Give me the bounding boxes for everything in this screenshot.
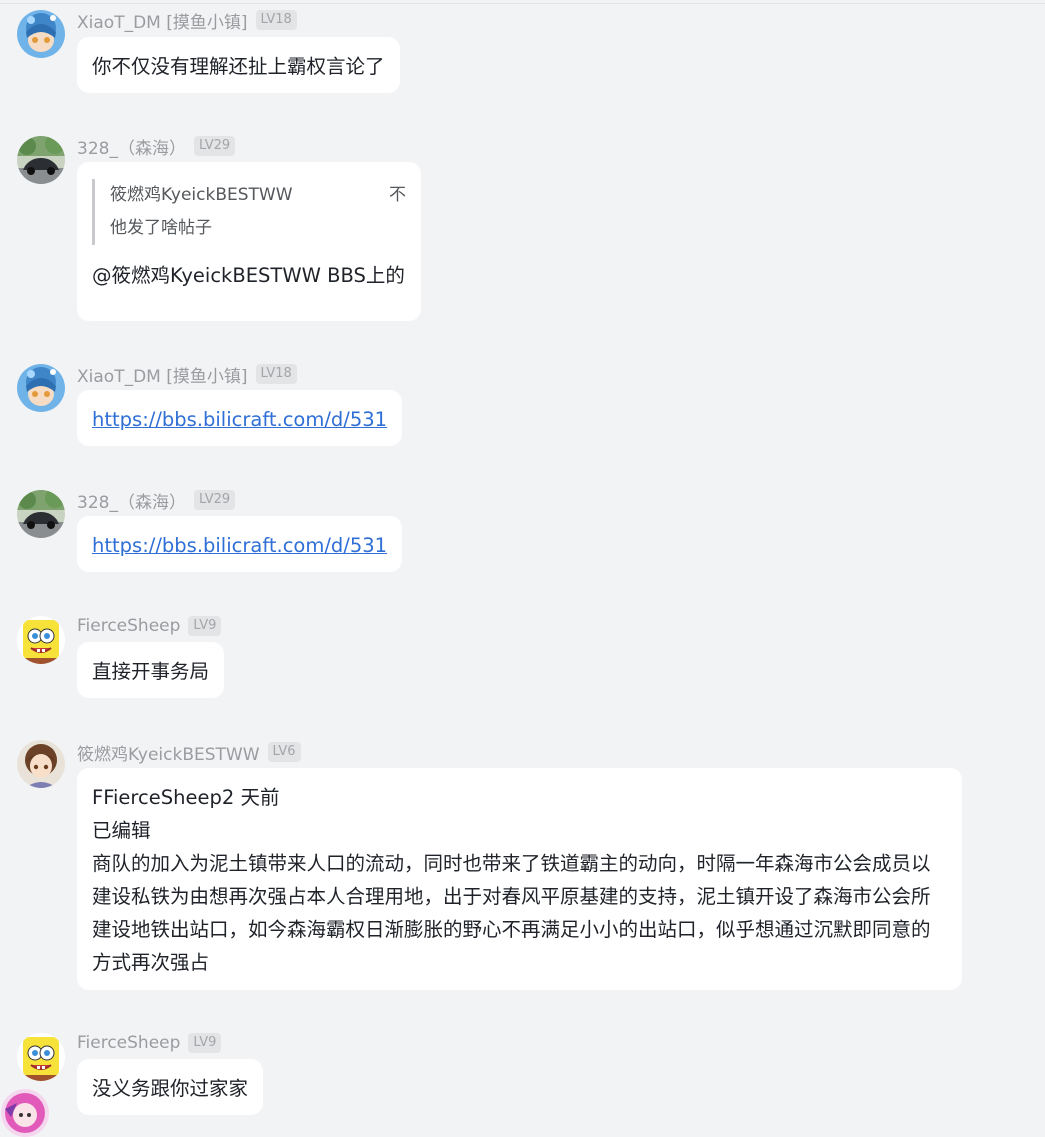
anime-girl-brown-hair-avatar[interactable] [17, 740, 65, 788]
message-text: 直接开事务局 [92, 660, 210, 683]
message-bubble: https://bbs.bilicraft.com/d/531 [77, 516, 403, 572]
message-line: 商队的加入为泥土镇带来人口的流动，同时也带来了铁道霸主的动向，时隔一年森海市公会… [92, 852, 931, 974]
spongebob-avatar[interactable] [17, 616, 65, 664]
quote-author: 筱燃鸡KyeickBESTWW [110, 185, 293, 205]
anime-girl-blue-hair-avatar[interactable] [17, 364, 65, 412]
car-avatar[interactable] [17, 490, 65, 538]
level-badge: LV6 [267, 742, 301, 762]
nickname[interactable]: 筱燃鸡KyeickBESTWW [77, 740, 260, 765]
nickname[interactable]: FierceSheep [77, 616, 180, 636]
anime-pink-avatar[interactable] [1, 1089, 49, 1137]
level-badge: LV18 [255, 364, 297, 384]
message-header: FierceSheep LV9 [77, 614, 222, 638]
car-avatar[interactable] [17, 136, 65, 184]
chat-message-list[interactable]: XiaoT_DM [摸鱼小镇] LV18 你不仅没有理解还扯上霸权言论了 328… [0, 0, 1045, 1137]
quote-trailing: 不 [389, 185, 406, 205]
message-header: XiaoT_DM [摸鱼小镇] LV18 [77, 362, 297, 387]
message-header: 328_（森海） LV29 [77, 134, 236, 159]
anime-girl-blue-hair-avatar[interactable] [17, 10, 65, 58]
message-bubble[interactable]: FFierceSheep2 天前 已编辑 商队的加入为泥土镇带来人口的流动，同时… [77, 768, 962, 990]
level-badge: LV29 [193, 490, 236, 510]
nickname[interactable]: 328_（森海） [77, 134, 186, 159]
level-badge: LV9 [188, 616, 222, 636]
message-text: @筱燃鸡KyeickBESTWW BBS上的 [92, 264, 405, 287]
message-bubble: https://bbs.bilicraft.com/d/531 [77, 390, 403, 446]
divider [0, 3, 1045, 4]
level-badge: LV9 [188, 1033, 222, 1053]
message-link[interactable]: https://bbs.bilicraft.com/d/531 [92, 408, 387, 431]
message-header: 328_（森海） LV29 [77, 488, 236, 513]
nickname[interactable]: FierceSheep [77, 1033, 180, 1053]
message-link[interactable]: https://bbs.bilicraft.com/d/531 [92, 534, 387, 557]
quote-text: 他发了啥帖子 [110, 218, 212, 238]
message-text: 没义务跟你过家家 [92, 1077, 249, 1100]
message-text: 你不仅没有理解还扯上霸权言论了 [92, 55, 385, 78]
message-line: FFierceSheep2 天前 [92, 786, 280, 809]
message-header: XiaoT_DM [摸鱼小镇] LV18 [77, 8, 297, 33]
message-bubble[interactable]: 直接开事务局 [77, 642, 225, 698]
message-bubble[interactable]: 筱燃鸡KyeickBESTWW 不 他发了啥帖子 @筱燃鸡KyeickBESTW… [77, 162, 421, 321]
message-header: 筱燃鸡KyeickBESTWW LV6 [77, 740, 301, 765]
reply-quote[interactable]: 筱燃鸡KyeickBESTWW 不 他发了啥帖子 [92, 179, 406, 245]
message-line: 已编辑 [92, 819, 151, 842]
message-bubble[interactable]: 没义务跟你过家家 [77, 1059, 264, 1115]
nickname[interactable]: XiaoT_DM [摸鱼小镇] [77, 8, 248, 33]
message-header: FierceSheep LV9 [77, 1031, 222, 1055]
spongebob-avatar[interactable] [17, 1033, 65, 1081]
message-bubble[interactable]: 你不仅没有理解还扯上霸权言论了 [77, 37, 400, 93]
level-badge: LV29 [193, 136, 236, 156]
nickname[interactable]: 328_（森海） [77, 488, 186, 513]
level-badge: LV18 [255, 10, 297, 30]
nickname[interactable]: XiaoT_DM [摸鱼小镇] [77, 362, 248, 387]
